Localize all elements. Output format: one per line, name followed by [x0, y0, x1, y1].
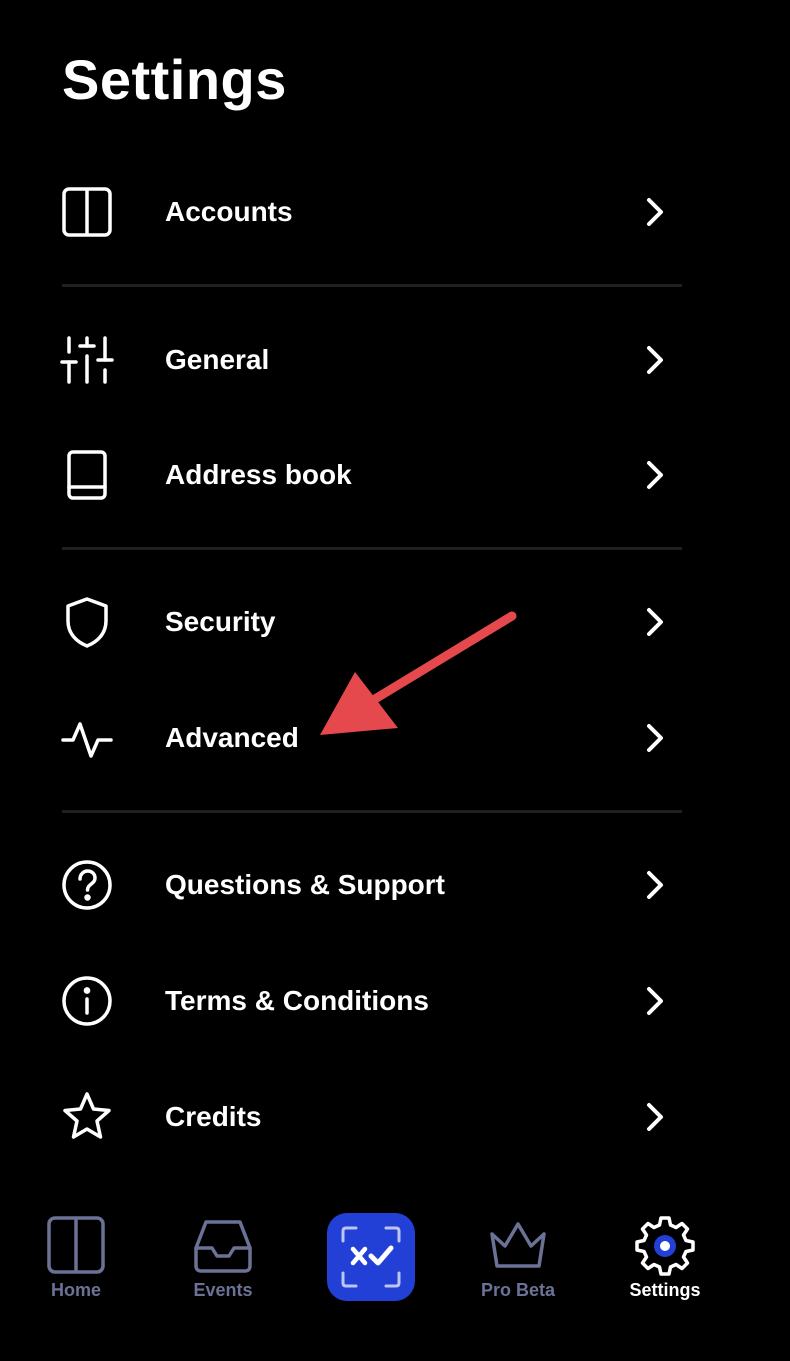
tab-pro-beta[interactable]: Pro Beta [453, 1200, 583, 1320]
chevron-right-icon [638, 458, 672, 492]
divider [62, 284, 682, 287]
divider [62, 547, 682, 550]
scan-action-button[interactable] [327, 1213, 415, 1301]
chevron-right-icon [638, 868, 672, 902]
info-circle-icon [58, 972, 116, 1030]
gear-icon [634, 1214, 696, 1276]
menu-item-label: Terms & Conditions [165, 985, 429, 1016]
chevron-right-icon [638, 605, 672, 639]
activity-icon [58, 709, 116, 767]
crown-icon [487, 1214, 549, 1276]
menu-item-terms-conditions[interactable]: Terms & Conditions [0, 951, 790, 1051]
scan-confirm-icon [341, 1226, 401, 1288]
tab-label: Events [193, 1280, 253, 1300]
tab-home[interactable]: Home [11, 1200, 141, 1320]
tab-label: Pro Beta [480, 1280, 556, 1300]
chevron-right-icon [638, 343, 672, 377]
chevron-right-icon [638, 1100, 672, 1134]
tab-events[interactable]: Events [158, 1200, 288, 1320]
bottom-tab-bar: Home Events Pro Beta Settings [0, 1200, 790, 1361]
menu-item-label: Credits [165, 1101, 262, 1132]
chevron-right-icon [638, 721, 672, 755]
menu-item-label: Questions & Support [165, 869, 445, 900]
book-icon [58, 446, 116, 504]
tab-settings[interactable]: Settings [600, 1200, 730, 1320]
menu-item-address-book[interactable]: Address book [0, 425, 790, 525]
shield-icon [58, 593, 116, 651]
columns-icon [45, 1214, 107, 1276]
page-title: Settings [62, 48, 287, 111]
menu-item-accounts[interactable]: Accounts [0, 162, 790, 262]
columns-icon [58, 183, 116, 241]
menu-item-label: Advanced [165, 722, 299, 753]
inbox-icon [192, 1214, 254, 1276]
menu-item-label: Accounts [165, 196, 293, 227]
chevron-right-icon [638, 984, 672, 1018]
menu-item-label: Address book [165, 459, 352, 490]
divider [62, 810, 682, 813]
tab-label: Settings [629, 1280, 701, 1300]
sliders-icon [58, 331, 116, 389]
menu-item-general[interactable]: General [0, 310, 790, 410]
menu-item-questions-support[interactable]: Questions & Support [0, 835, 790, 935]
question-circle-icon [58, 856, 116, 914]
menu-item-credits[interactable]: Credits [0, 1067, 790, 1167]
menu-item-label: General [165, 344, 270, 375]
star-icon [58, 1088, 116, 1146]
menu-item-label: Security [165, 606, 276, 637]
annotation-arrow-icon [300, 600, 530, 750]
tab-label: Home [50, 1280, 101, 1300]
chevron-right-icon [638, 195, 672, 229]
